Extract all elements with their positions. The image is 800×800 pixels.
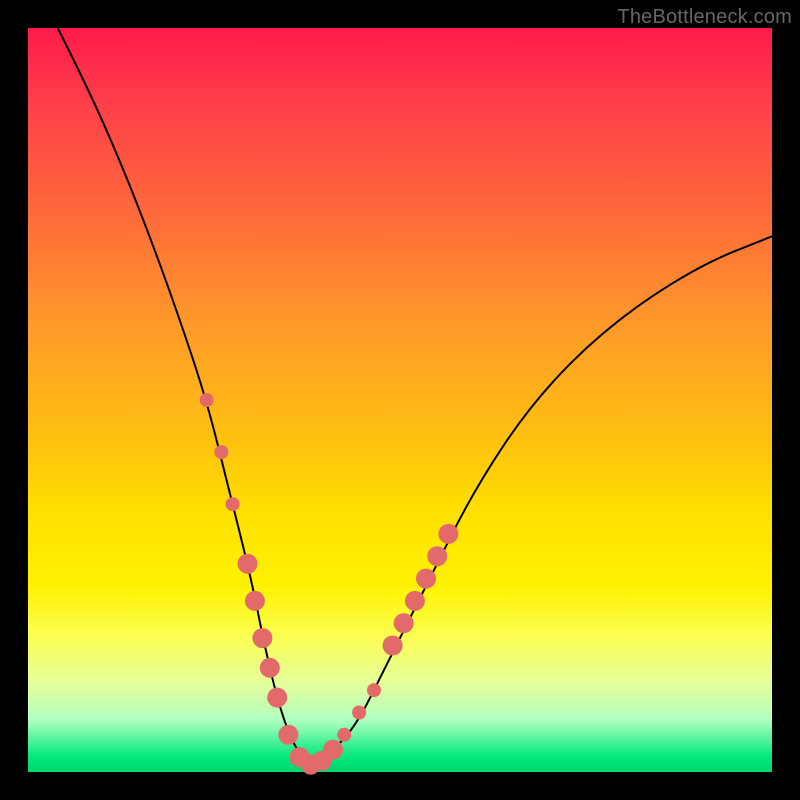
watermark-label: TheBottleneck.com xyxy=(617,6,792,29)
plot-area xyxy=(28,28,772,772)
